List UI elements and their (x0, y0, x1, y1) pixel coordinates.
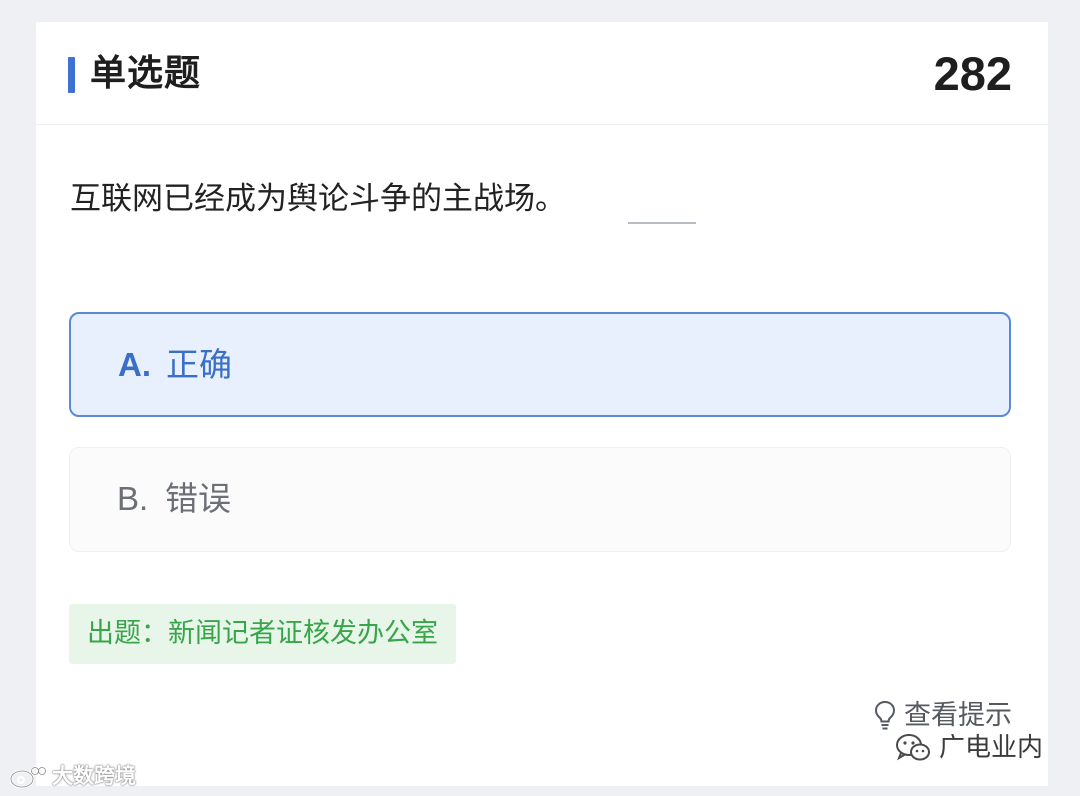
question-type-title: 单选题 (90, 53, 202, 94)
question-card: 单选题 282 互联网已经成为舆论斗争的主战场。 A. 正确 B. 错误 出题：… (36, 22, 1048, 786)
source-value: 新闻记者证核发办公室 (168, 618, 438, 649)
option-b-label: 错误 (165, 479, 231, 518)
option-a-label: 正确 (166, 345, 232, 384)
source-label: 出题： (87, 618, 168, 649)
option-a-button[interactable]: A. 正确 (69, 312, 1011, 417)
option-a-letter: A. (118, 346, 151, 383)
question-header: 单选题 282 (36, 22, 1048, 125)
wechat-icon (896, 734, 930, 761)
wechat-account-name: 广电业内 (939, 733, 1044, 763)
answer-blank (628, 222, 696, 224)
title-accent-bar (68, 57, 75, 93)
question-number: 282 (933, 47, 1012, 100)
question-text: 互联网已经成为舆论斗争的主战场。 (70, 181, 566, 217)
option-b-button[interactable]: B. 错误 (69, 447, 1011, 552)
weibo-icon (9, 766, 47, 789)
option-b-letter: B. (117, 480, 149, 517)
weibo-watermark: 大数跨境 (8, 759, 136, 793)
question-source-tag: 出题：新闻记者证核发办公室 (69, 604, 456, 664)
wechat-watermark: 广电业内 (895, 726, 1043, 770)
lightbulb-icon (874, 700, 896, 730)
weibo-account-name: 大数跨境 (52, 764, 136, 788)
